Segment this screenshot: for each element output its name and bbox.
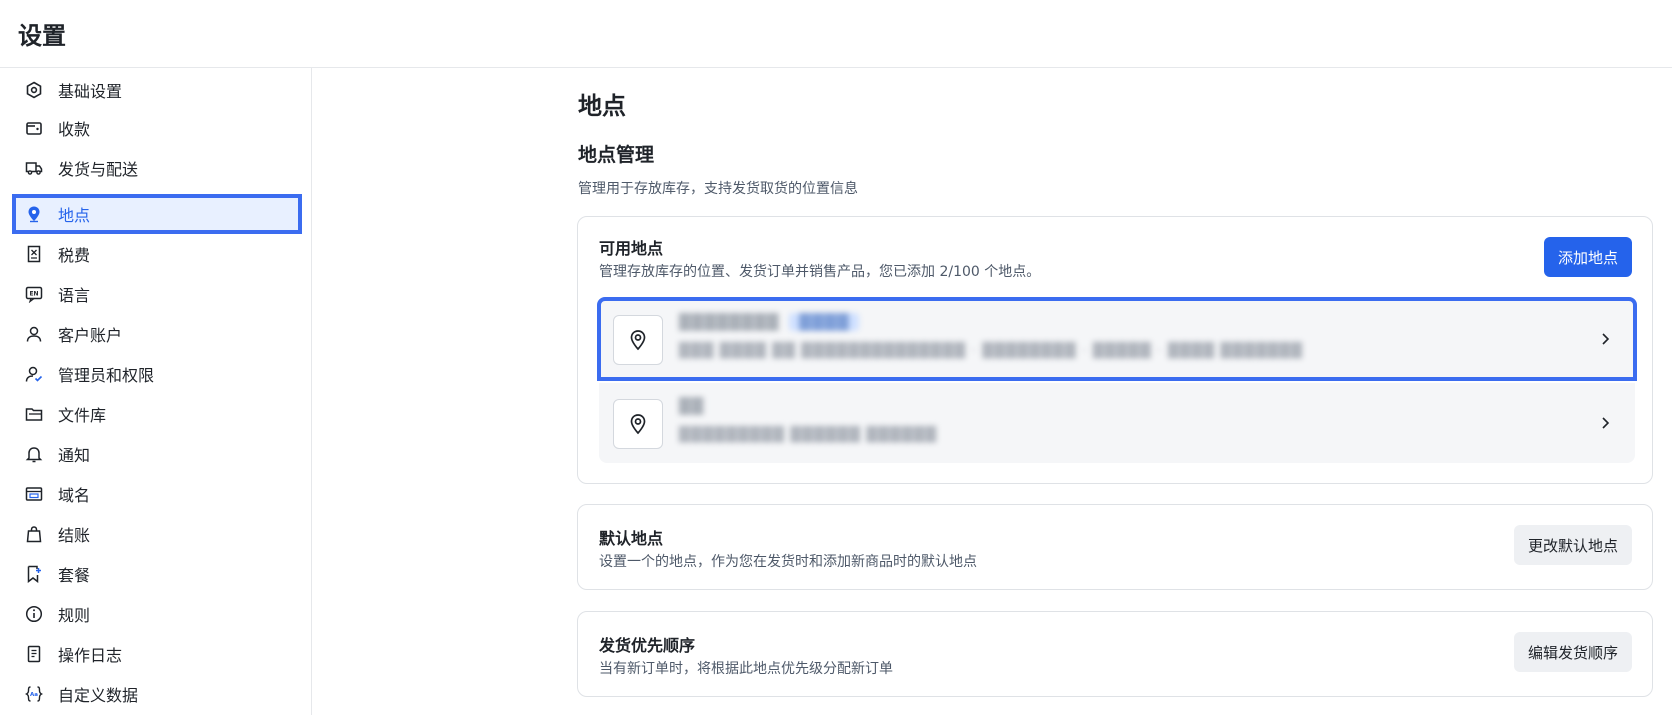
available-locations-desc: 管理存放库存的位置、发货订单并销售产品，您已添加 2/100 个地点。 bbox=[599, 264, 1041, 280]
page-title: 地点 bbox=[578, 92, 626, 120]
section-description: 管理用于存放库存，支持发货取货的位置信息 bbox=[578, 181, 858, 197]
page-header-title: 设置 bbox=[18, 22, 66, 50]
bell-icon bbox=[24, 444, 44, 464]
change-default-location-button[interactable]: 更改默认地点 bbox=[1513, 525, 1632, 565]
sidebar-item-notifications[interactable]: 通知 bbox=[12, 434, 302, 474]
shipping-priority-desc: 当有新订单时，将根据此地点优先级分配新订单 bbox=[599, 661, 893, 677]
location-address: █████████ ██████ ██████ bbox=[679, 427, 937, 443]
location-name: ████████ ████ bbox=[679, 313, 860, 331]
sidebar-item-label: 域名 bbox=[58, 486, 91, 505]
sidebar-item-activity-log[interactable]: 操作日志 bbox=[12, 634, 302, 674]
default-location-desc: 设置一个的地点，作为您在发货时和添加新商品时的默认地点 bbox=[599, 554, 977, 570]
chevron-right-icon bbox=[1595, 329, 1615, 349]
sidebar-item-language[interactable]: EN 语言 bbox=[12, 274, 302, 314]
wallet-icon bbox=[24, 118, 44, 138]
truck-icon bbox=[24, 158, 44, 178]
log-document-icon bbox=[24, 644, 44, 664]
sidebar-item-checkout[interactable]: 结账 bbox=[12, 514, 302, 554]
sidebar-item-label: 基础设置 bbox=[58, 82, 123, 101]
sidebar-item-file-library[interactable]: 文件库 bbox=[12, 394, 302, 434]
sidebar-item-label: 文件库 bbox=[58, 406, 107, 425]
sidebar-item-label: 管理员和权限 bbox=[58, 366, 155, 385]
sidebar-item-shipping[interactable]: 发货与配送 bbox=[12, 148, 302, 188]
sidebar-item-label: 自定义数据 bbox=[58, 686, 139, 705]
sidebar-item-admins-permissions[interactable]: 管理员和权限 bbox=[12, 354, 302, 394]
location-address: ███ ████ ██ ██████████████ · ████████ · … bbox=[679, 343, 1303, 359]
sidebar-item-label: 通知 bbox=[58, 446, 91, 465]
edit-shipping-order-button[interactable]: 编辑发货顺序 bbox=[1513, 632, 1632, 672]
hexagon-settings-icon bbox=[24, 80, 44, 100]
map-pin-icon bbox=[630, 414, 646, 435]
sidebar-item-label: 发货与配送 bbox=[58, 160, 139, 179]
sidebar-item-basic-settings[interactable]: 基础设置 bbox=[12, 70, 302, 110]
info-icon bbox=[24, 604, 44, 624]
sidebar-item-label: 客户账户 bbox=[58, 326, 123, 345]
sidebar-item-label: 套餐 bbox=[58, 566, 91, 585]
language-en-icon: EN bbox=[24, 284, 44, 304]
sidebar-item-label: 语言 bbox=[58, 286, 91, 305]
map-pin-icon bbox=[630, 330, 646, 351]
top-bar: 设置 bbox=[0, 0, 1672, 68]
user-check-icon bbox=[24, 364, 44, 384]
sidebar-item-tax[interactable]: 税费 bbox=[12, 234, 302, 274]
sidebar-item-label: 操作日志 bbox=[58, 646, 123, 665]
sidebar-item-rules[interactable]: 规则 bbox=[12, 594, 302, 634]
sidebar-item-locations[interactable]: 地点 bbox=[12, 194, 302, 234]
sidebar-item-label: 规则 bbox=[58, 606, 91, 625]
svg-text:Aa: Aa bbox=[30, 692, 38, 698]
sidebar-item-custom-data[interactable]: Aa 自定义数据 bbox=[12, 674, 302, 714]
location-row[interactable]: ██ █████████ ██████ ██████ bbox=[599, 383, 1635, 463]
bookmark-plus-icon bbox=[24, 564, 44, 584]
shipping-priority-card: 发货优先顺序 当有新订单时，将根据此地点优先级分配新订单 编辑发货顺序 bbox=[577, 611, 1653, 697]
location-row[interactable]: ████████ ████ ███ ████ ██ ██████████████ … bbox=[597, 297, 1637, 381]
sidebar-item-customer-accounts[interactable]: 客户账户 bbox=[12, 314, 302, 354]
tax-receipt-icon bbox=[24, 244, 44, 264]
folder-icon bbox=[24, 404, 44, 424]
location-name: ██ bbox=[679, 397, 705, 415]
sidebar-item-label: 收款 bbox=[58, 120, 91, 139]
available-locations-title: 可用地点 bbox=[599, 239, 664, 258]
available-locations-card: 可用地点 管理存放库存的位置、发货订单并销售产品，您已添加 2/100 个地点。… bbox=[577, 216, 1653, 484]
location-pin-box bbox=[613, 399, 663, 449]
location-tag: ████ bbox=[789, 313, 860, 331]
sidebar-item-label: 地点 bbox=[58, 206, 91, 225]
svg-text:EN: EN bbox=[29, 291, 38, 298]
sidebar-item-label: 税费 bbox=[58, 246, 91, 265]
location-pin-icon bbox=[24, 204, 44, 224]
main-content: 地点 地点管理 管理用于存放库存，支持发货取货的位置信息 可用地点 管理存放库存… bbox=[313, 68, 1672, 715]
location-pin-box bbox=[613, 315, 663, 365]
sidebar-item-label: 结账 bbox=[58, 526, 91, 545]
chevron-right-icon bbox=[1595, 413, 1615, 433]
add-location-button[interactable]: 添加地点 bbox=[1543, 237, 1632, 277]
domain-icon bbox=[24, 484, 44, 504]
section-title: 地点管理 bbox=[578, 144, 655, 166]
settings-sidebar: 基础设置 收款 发货与配送 地点 税费 EN 语言 客户账户 管理员和权限 文件… bbox=[0, 68, 312, 715]
user-icon bbox=[24, 324, 44, 344]
sidebar-item-payments[interactable]: 收款 bbox=[12, 108, 302, 148]
sidebar-item-domains[interactable]: 域名 bbox=[12, 474, 302, 514]
shopping-bag-icon bbox=[24, 524, 44, 544]
shipping-priority-title: 发货优先顺序 bbox=[599, 636, 696, 655]
default-location-card: 默认地点 设置一个的地点，作为您在发货时和添加新商品时的默认地点 更改默认地点 bbox=[577, 504, 1653, 590]
braces-icon: Aa bbox=[24, 684, 44, 704]
default-location-title: 默认地点 bbox=[599, 529, 664, 548]
sidebar-item-plans[interactable]: 套餐 bbox=[12, 554, 302, 594]
